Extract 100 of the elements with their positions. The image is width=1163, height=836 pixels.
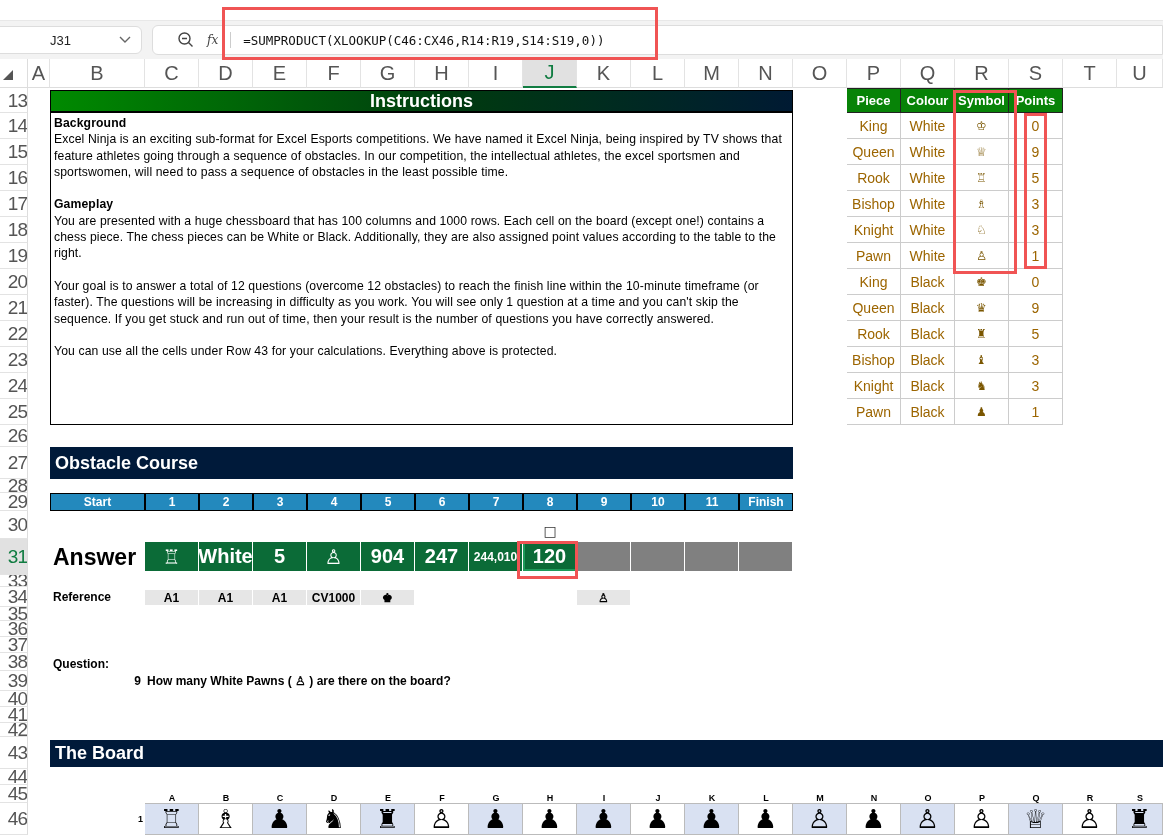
question-text: How many White Pawns ( ♙ ) are there on the board? <box>147 673 451 690</box>
row-header[interactable]: 43 <box>0 737 28 769</box>
column-header[interactable]: I <box>469 59 523 88</box>
column-header[interactable]: C <box>145 59 199 88</box>
column-header[interactable]: F <box>307 59 361 88</box>
table-cell: White <box>901 191 955 217</box>
row-header[interactable]: 28 <box>0 479 28 493</box>
row-header[interactable]: 35 <box>0 607 28 621</box>
row-header[interactable]: 15 <box>0 139 28 165</box>
select-all-icon[interactable] <box>2 69 14 81</box>
row-header[interactable]: 45 <box>0 785 28 803</box>
answer-cell[interactable]: ♖ <box>145 542 199 571</box>
board-cell: ♟ <box>739 803 793 835</box>
row-header[interactable]: 42 <box>0 723 28 737</box>
table-cell: 3 <box>1009 217 1063 243</box>
row-header[interactable]: 14 <box>0 113 28 139</box>
row-header[interactable]: 19 <box>0 243 28 269</box>
row-header[interactable]: 20 <box>0 269 28 295</box>
column-header[interactable]: U <box>1117 59 1163 88</box>
row-header[interactable]: 17 <box>0 191 28 217</box>
row-header[interactable]: 24 <box>0 373 28 399</box>
table-cell: ♜ <box>955 321 1009 347</box>
board-column-label: N <box>869 792 879 803</box>
answer-cell[interactable]: 5 <box>253 542 307 571</box>
section-heading: Gameplay <box>54 196 115 213</box>
column-header[interactable]: O <box>793 59 847 88</box>
board-cell: ♟ <box>685 803 739 835</box>
column-header[interactable]: K <box>577 59 631 88</box>
row-header[interactable]: 40 <box>0 691 28 707</box>
board-column-label: I <box>601 792 607 803</box>
column-header[interactable]: H <box>415 59 469 88</box>
column-header[interactable]: R <box>955 59 1009 88</box>
answer-cell[interactable] <box>631 542 685 571</box>
answer-cell[interactable]: ♙ <box>307 542 361 571</box>
column-header[interactable]: D <box>199 59 253 88</box>
answer-cell[interactable] <box>685 542 739 571</box>
table-cell: 1 <box>1009 243 1063 269</box>
row-header[interactable]: 16 <box>0 165 28 191</box>
reference-label: Reference <box>52 589 113 606</box>
column-header[interactable]: E <box>253 59 307 88</box>
row-header[interactable]: 26 <box>0 425 28 447</box>
row-header[interactable]: 44 <box>0 769 28 785</box>
table-cell: King <box>847 113 901 139</box>
row-header[interactable]: 41 <box>0 707 28 723</box>
column-header[interactable]: A <box>28 59 50 88</box>
column-header[interactable]: G <box>361 59 415 88</box>
column-header[interactable]: Q <box>901 59 955 88</box>
column-header[interactable]: J <box>523 59 577 88</box>
table-cell: Black <box>901 399 955 425</box>
row-header[interactable]: 39 <box>0 671 28 691</box>
formula-text[interactable]: =SUMPRODUCT(XLOOKUP(C46:CX46,R14:R19,S14:S19,0)) <box>243 32 605 48</box>
name-box[interactable]: J31 <box>0 26 142 54</box>
table-cell: ♕ <box>955 139 1009 165</box>
column-header[interactable]: B <box>50 59 145 88</box>
column-header[interactable]: N <box>739 59 793 88</box>
row-header[interactable]: 18 <box>0 217 28 243</box>
board-column-label: O <box>923 792 933 803</box>
answer-cell[interactable]: 120 <box>523 542 577 571</box>
column-header[interactable]: L <box>631 59 685 88</box>
row-header[interactable]: 25 <box>0 399 28 425</box>
answer-cell[interactable]: 244,010 <box>469 542 523 571</box>
row-header[interactable]: 46 <box>0 803 28 835</box>
answer-cell[interactable] <box>739 542 793 571</box>
table-cell: 9 <box>1009 139 1063 165</box>
row-header[interactable]: 27 <box>0 447 28 479</box>
table-cell: ♝ <box>955 347 1009 373</box>
answer-cell[interactable]: 247 <box>415 542 469 571</box>
table-header: Colour <box>901 88 955 113</box>
answer-label: Answer <box>52 542 138 572</box>
answer-cell[interactable]: White <box>199 542 253 571</box>
board-column-label: R <box>1085 792 1095 803</box>
row-header[interactable]: 38 <box>0 653 28 671</box>
answer-cell[interactable] <box>577 542 631 571</box>
row-header[interactable]: 23 <box>0 347 28 373</box>
row-header[interactable]: 36 <box>0 621 28 637</box>
row-header[interactable]: 37 <box>0 637 28 653</box>
board-column-label: F <box>438 792 446 803</box>
stage-label: 3 <box>253 493 307 511</box>
row-header[interactable]: 21 <box>0 295 28 321</box>
function-label[interactable]: fx <box>207 33 219 47</box>
board-column-label: B <box>221 792 231 803</box>
answer-cell[interactable]: 904 <box>361 542 415 571</box>
row-header[interactable]: 31 <box>0 539 28 575</box>
board-cell: ♜ <box>1117 803 1163 835</box>
row-header[interactable]: 22 <box>0 321 28 347</box>
row-header[interactable]: 29 <box>0 493 28 511</box>
row-header[interactable]: 34 <box>0 587 28 607</box>
instructions-paragraph: Your goal is to answer a total of 12 questions (overcome 12 obstacles) to reach the finish line within the 10-minute timeframe (or faster). The questions will be increasing in difficulty as you work. You will see only 1 question at a time and you can't skip the sequence. If you get stuck and run out of time, then your result is the number of questions you have correctly answered. <box>54 277 760 327</box>
column-header[interactable]: P <box>847 59 901 88</box>
board-column-label: M <box>815 792 825 803</box>
row-header[interactable]: 13 <box>0 88 28 113</box>
table-cell: Black <box>901 347 955 373</box>
table-cell: Pawn <box>847 399 901 425</box>
stage-label: 10 <box>631 493 685 511</box>
table-cell: 1 <box>1009 399 1063 425</box>
column-header[interactable]: M <box>685 59 739 88</box>
column-header[interactable]: S <box>1009 59 1063 88</box>
column-header[interactable]: T <box>1063 59 1117 88</box>
zoom-out-icon[interactable] <box>177 31 195 49</box>
table-cell: Rook <box>847 165 901 191</box>
